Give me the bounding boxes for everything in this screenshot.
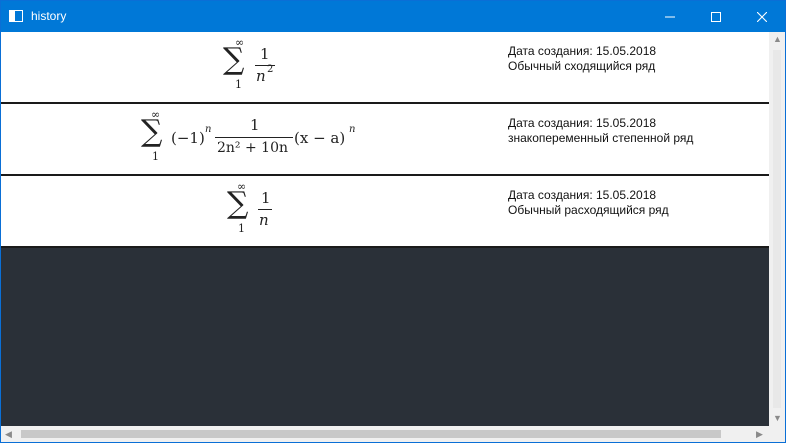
denominator-exponent: 2 [267, 64, 274, 75]
vertical-scrollbar[interactable]: ▲ ▼ [769, 32, 785, 426]
creation-date: Дата создания: 15.05.2018 [508, 188, 657, 202]
series-description: Обычный расходящийся ряд [508, 203, 669, 217]
sigma-symbol: ∑ [141, 114, 163, 149]
creation-date: Дата создания: 15.05.2018 [508, 44, 657, 58]
item-meta: Дата создания: 15.05.2018 знакопеременны… [508, 116, 693, 146]
history-item[interactable]: ∞ ∑ 1 (−1) n 1 2n² + 10n (x − a) n Дата … [1, 104, 769, 176]
series-description: знакопеременный степенной ряд [508, 131, 694, 145]
sigma-symbol: ∑ [223, 42, 245, 77]
scroll-right-icon[interactable]: ▶ [756, 430, 763, 439]
fraction-bar [258, 209, 272, 210]
horizontal-scrollbar[interactable]: ◀ ▶ [1, 426, 769, 442]
creation-date: Дата создания: 15.05.2018 [508, 116, 657, 130]
vertical-scroll-thumb[interactable] [773, 50, 781, 408]
numerator: 1 [250, 116, 260, 134]
close-icon [757, 11, 767, 22]
sigma-symbol: ∑ [227, 186, 249, 221]
horizontal-scroll-thumb[interactable] [21, 430, 721, 438]
item-meta: Дата создания: 15.05.2018 Обычный сходящ… [508, 44, 656, 74]
maximize-icon [711, 11, 721, 22]
scrollbar-corner [769, 426, 785, 442]
scroll-up-icon[interactable]: ▲ [773, 35, 782, 44]
series-description: Обычный сходящийся ряд [508, 59, 656, 73]
history-window: history ∞ ∑ 1 1 n 2 Дата создания: 15.05… [0, 0, 786, 443]
window-title: history [31, 9, 67, 23]
numerator: 1 [260, 45, 270, 63]
close-button[interactable] [739, 1, 785, 32]
denominator: n [256, 67, 266, 85]
sum-lower-limit: 1 [238, 222, 245, 235]
maximize-button[interactable] [693, 1, 739, 32]
power-factor: (x − a) [294, 129, 346, 147]
history-list: ∞ ∑ 1 1 n 2 Дата создания: 15.05.2018 Об… [1, 32, 769, 426]
scroll-down-icon[interactable]: ▼ [773, 414, 782, 423]
sum-lower-limit: 1 [235, 78, 242, 91]
formula: ∞ ∑ 1 1 n [227, 176, 277, 246]
fraction-bar [215, 137, 293, 138]
sign-factor: (−1) [171, 129, 205, 147]
item-meta: Дата создания: 15.05.2018 Обычный расход… [508, 188, 669, 218]
window-icon [9, 10, 23, 22]
denominator: n [259, 211, 269, 229]
minimize-icon [665, 16, 675, 17]
history-item[interactable]: ∞ ∑ 1 1 n 2 Дата создания: 15.05.2018 Об… [1, 32, 769, 104]
scroll-left-icon[interactable]: ◀ [5, 430, 12, 439]
numerator: 1 [261, 189, 271, 207]
sum-lower-limit: 1 [152, 150, 159, 163]
denominator: 2n² + 10n [217, 140, 288, 156]
title-bar[interactable]: history [1, 1, 785, 32]
formula: ∞ ∑ 1 1 n 2 [223, 32, 283, 102]
formula: ∞ ∑ 1 (−1) n 1 2n² + 10n (x − a) n [141, 104, 371, 174]
sign-exponent: n [205, 124, 212, 135]
history-item[interactable]: ∞ ∑ 1 1 n Дата создания: 15.05.2018 Обыч… [1, 176, 769, 248]
power-exponent: n [349, 124, 356, 135]
minimize-button[interactable] [647, 1, 693, 32]
